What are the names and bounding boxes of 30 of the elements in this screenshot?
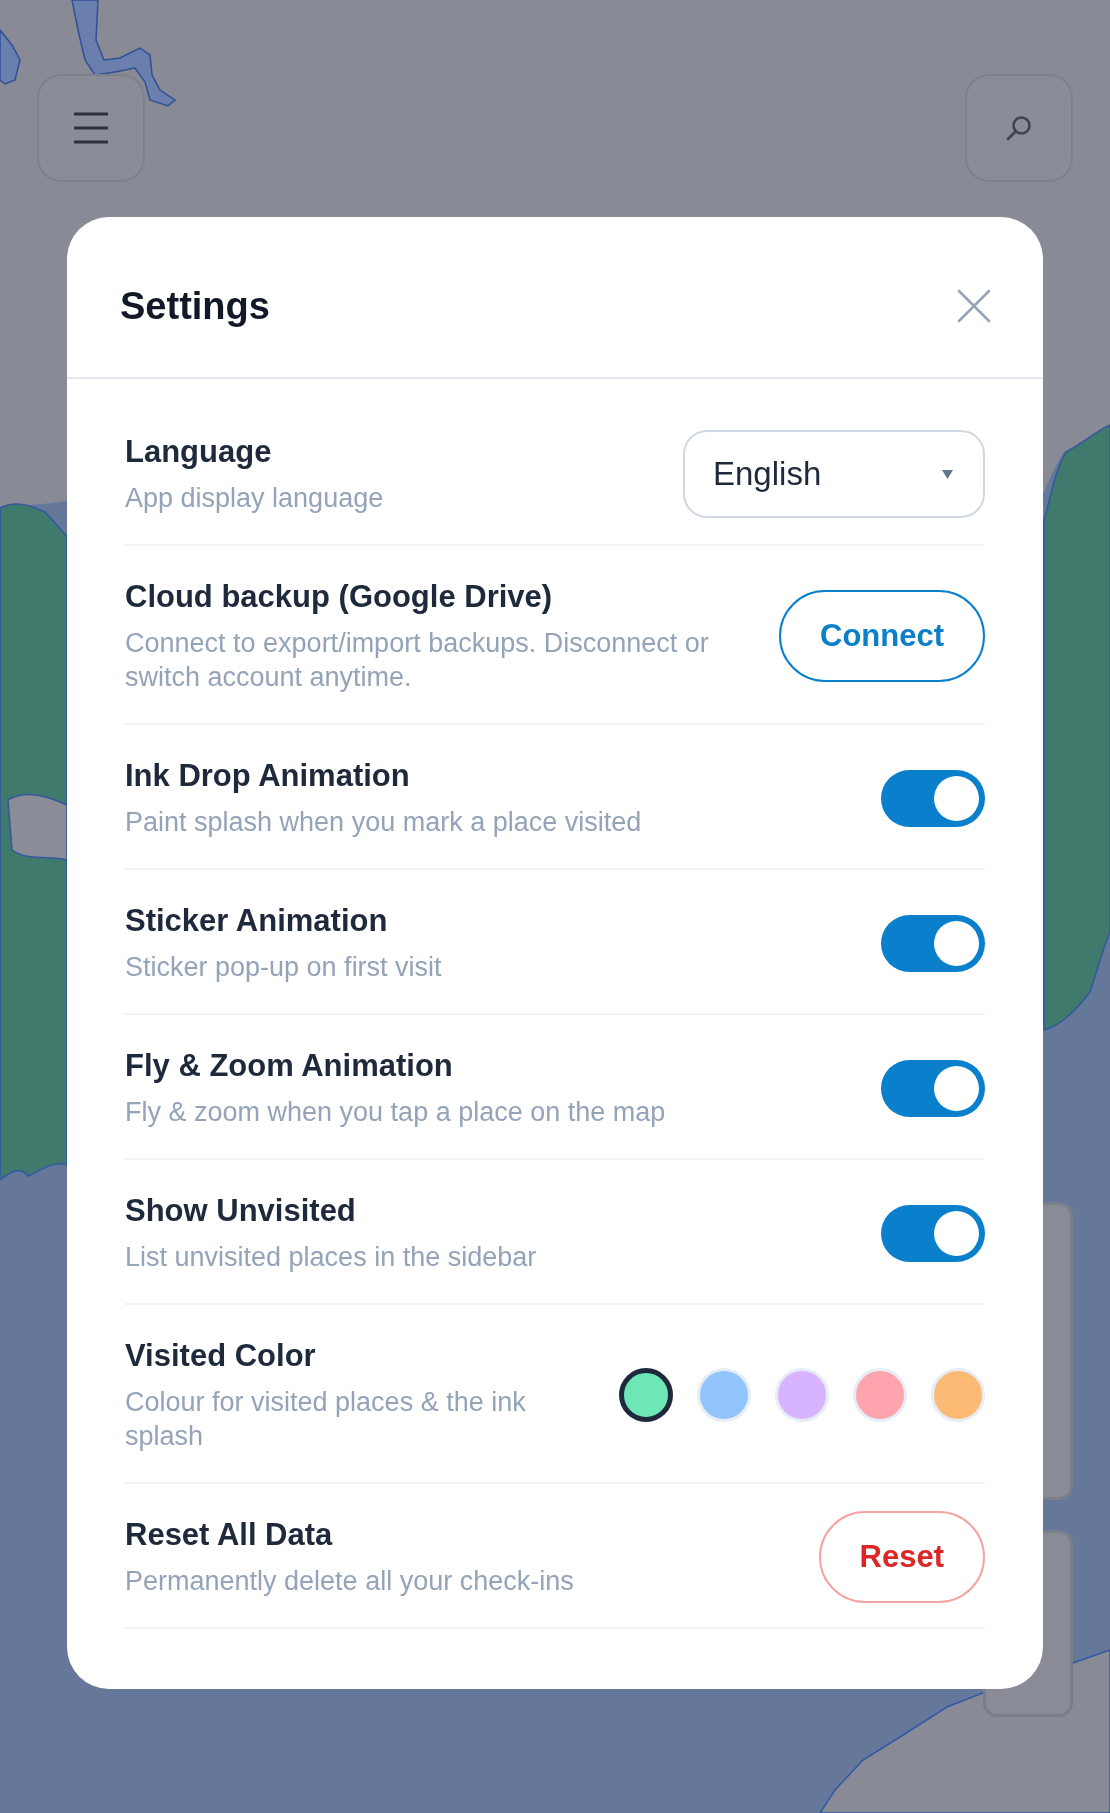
setting-title: Show Unvisited (125, 1192, 357, 1230)
toggle-switch[interactable] (881, 914, 985, 972)
toggle-switch[interactable] (881, 1059, 985, 1117)
toggle-switch[interactable] (881, 1204, 985, 1262)
setting-title: Language (125, 433, 273, 471)
setting-title: Fly & Zoom Animation (125, 1047, 454, 1085)
menu-button[interactable] (37, 74, 145, 182)
setting-description: App display language (125, 482, 385, 515)
menu-icon (74, 112, 108, 144)
setting-title: Ink Drop Animation (125, 757, 411, 795)
language-select[interactable]: English (683, 430, 985, 518)
connect-button[interactable]: Connect (779, 590, 985, 682)
setting-description: Sticker pop-up on first visit (125, 951, 443, 984)
setting-title: Reset All Data (125, 1516, 334, 1554)
setting-description: Paint splash when you mark a place visited (125, 806, 643, 839)
setting-description: List unvisited places in the sidebar (125, 1241, 538, 1274)
caret-icon (942, 469, 953, 479)
close-icon (957, 289, 991, 323)
search-icon (1006, 115, 1032, 141)
color-swatch-icon[interactable] (619, 1368, 673, 1422)
setting-title: Cloud backup (Google Drive) (125, 578, 554, 616)
setting-description: Permanently delete all your check-ins (125, 1565, 575, 1598)
setting-description: Fly & zoom when you tap a place on the map (125, 1096, 667, 1129)
reset-button[interactable]: Reset (818, 1511, 985, 1603)
setting-description: Connect to export/import backups. Disconnect or switch account anytime. (125, 627, 710, 694)
setting-title: Sticker Animation (125, 902, 389, 940)
dialog-title: Settings (120, 284, 270, 329)
setting-description: Colour for visited places & the ink splash (125, 1386, 527, 1453)
toggle-switch[interactable] (881, 769, 985, 827)
setting-title: Visited Color (125, 1337, 317, 1375)
